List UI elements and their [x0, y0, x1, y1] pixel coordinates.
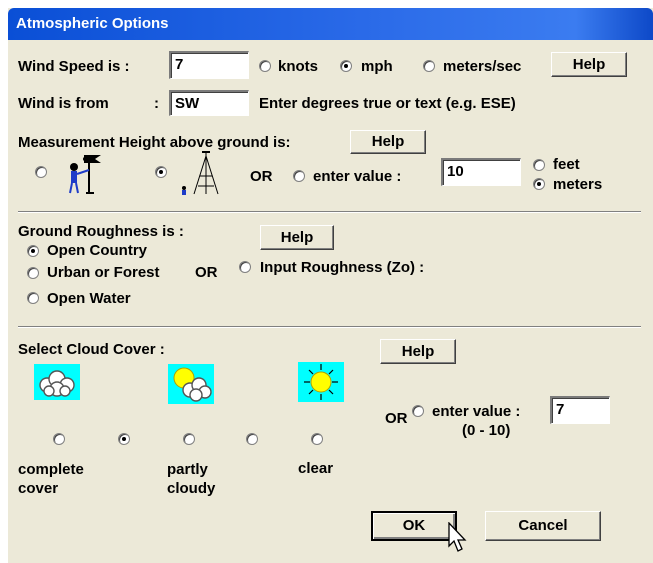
roughness-or-label: OR	[195, 264, 218, 281]
roughness-input-label[interactable]: Input Roughness (Zo) :	[260, 259, 424, 276]
window-title: Atmospheric Options	[16, 15, 169, 32]
unit-knots-radio[interactable]	[259, 60, 271, 72]
roughness-open-country-label[interactable]: Open Country	[47, 242, 147, 259]
cloud-radio-0[interactable]	[53, 433, 65, 445]
roughness-input-radio[interactable]	[239, 261, 251, 273]
unit-mph-radio[interactable]	[340, 60, 352, 72]
height-feet-radio[interactable]	[533, 159, 545, 171]
divider-2	[18, 326, 641, 328]
unit-meters-sec-radio[interactable]	[423, 60, 435, 72]
sun-icon	[298, 362, 344, 402]
cloud-help-button[interactable]: Help	[380, 339, 456, 364]
wind-speed-input[interactable]: 7	[169, 51, 249, 79]
height-feet-label[interactable]: feet	[553, 156, 580, 173]
roughness-help-button[interactable]: Help	[260, 225, 334, 250]
cloud-radio-1[interactable]	[118, 433, 130, 445]
partly-cloudy-icon	[168, 364, 214, 404]
ok-button[interactable]: OK	[371, 511, 457, 541]
height-value-input[interactable]: 10	[441, 158, 521, 186]
wind-direction-hint: Enter degrees true or text (e.g. ESE)	[259, 95, 516, 112]
tower-icon	[182, 151, 219, 195]
title-bar[interactable]: Atmospheric Options	[8, 8, 653, 40]
atmospheric-options-dialog: Atmospheric Options Wind Speed is : 7 kn…	[8, 8, 653, 563]
ground-roughness-label: Ground Roughness is :	[18, 223, 184, 240]
cloud-radio-2[interactable]	[183, 433, 195, 445]
roughness-open-country-radio[interactable]	[27, 245, 39, 257]
unit-knots-label[interactable]: knots	[278, 58, 318, 75]
roughness-open-water-label[interactable]: Open Water	[47, 290, 131, 307]
caption-complete-cover: complete cover	[18, 460, 84, 498]
caption-partly-cloudy: partly cloudy	[167, 460, 215, 498]
roughness-urban-forest-radio[interactable]	[27, 267, 39, 279]
anemometer-person-icon	[64, 150, 114, 194]
roughness-open-water-radio[interactable]	[27, 292, 39, 304]
height-enter-value-radio[interactable]	[293, 170, 305, 182]
height-or-label: OR	[250, 168, 273, 185]
measurement-height-label: Measurement Height above ground is:	[18, 134, 291, 151]
unit-meters-sec-label[interactable]: meters/sec	[443, 58, 521, 75]
height-meters-label[interactable]: meters	[553, 176, 602, 193]
height-tower-radio[interactable]	[155, 166, 167, 178]
height-anemometer-radio[interactable]	[35, 166, 47, 178]
wind-speed-label: Wind Speed is :	[18, 58, 130, 75]
wind-from-colon: :	[154, 95, 159, 112]
cloud-radio-3[interactable]	[246, 433, 258, 445]
caption-complete-line2: cover	[18, 480, 59, 497]
cancel-button[interactable]: Cancel	[485, 511, 601, 541]
roughness-urban-forest-label[interactable]: Urban or Forest	[47, 264, 160, 281]
caption-partly-line1: partly	[167, 461, 208, 478]
cloud-or-label: OR	[385, 410, 408, 427]
cloud-range-label: (0 - 10)	[462, 422, 511, 439]
caption-clear: clear	[298, 460, 334, 477]
height-help-button[interactable]: Help	[350, 130, 426, 154]
cloud-value-input[interactable]: 7	[550, 396, 610, 424]
caption-partly-line2: cloudy	[167, 480, 216, 497]
cloud-enter-value-label[interactable]: enter value :	[432, 403, 520, 420]
divider-1	[18, 211, 641, 213]
unit-mph-label[interactable]: mph	[361, 58, 393, 75]
cloud-enter-value-radio[interactable]	[412, 405, 424, 417]
cloud-icon	[34, 364, 80, 400]
cloud-radio-4[interactable]	[311, 433, 323, 445]
height-enter-value-label[interactable]: enter value :	[313, 168, 401, 185]
wind-from-label: Wind is from	[18, 95, 109, 112]
wind-direction-input[interactable]: SW	[169, 90, 249, 116]
cloud-cover-label: Select Cloud Cover :	[18, 341, 165, 358]
wind-speed-help-button[interactable]: Help	[551, 52, 627, 77]
height-meters-radio[interactable]	[533, 178, 545, 190]
mouse-cursor-icon	[448, 522, 467, 552]
caption-complete-line1: complete	[18, 461, 84, 478]
